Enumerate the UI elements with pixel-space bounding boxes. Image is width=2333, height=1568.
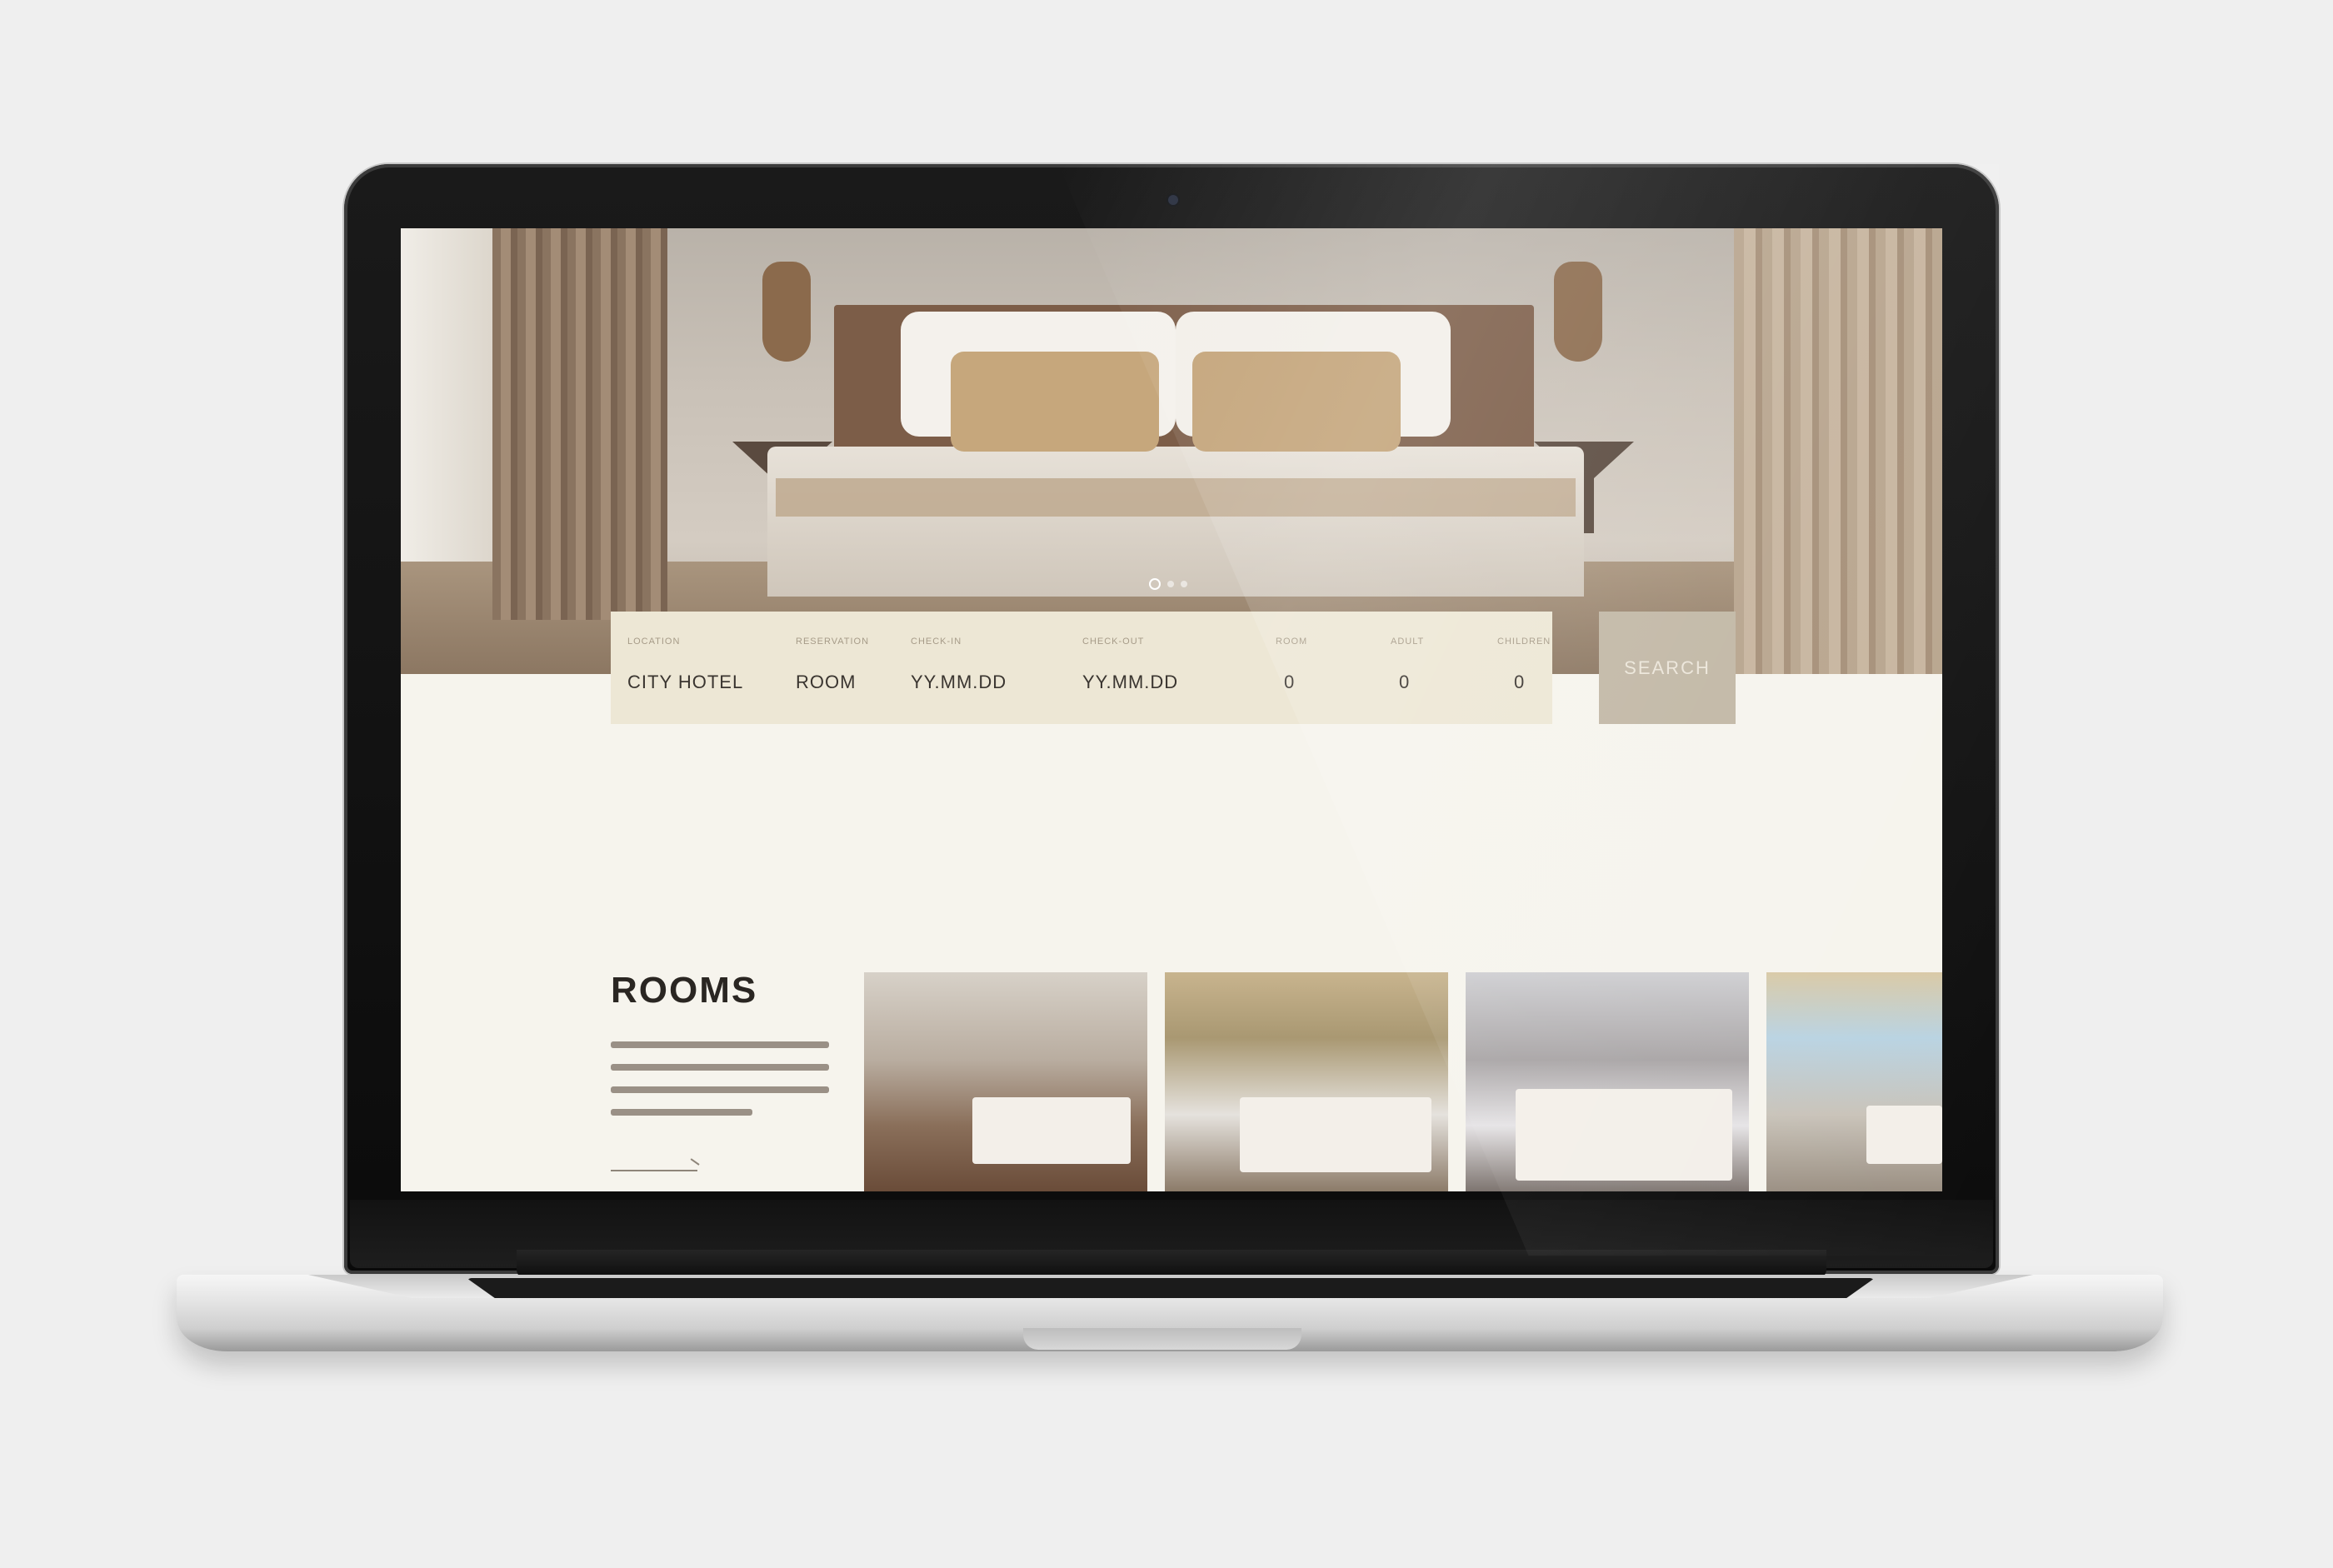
location-value: CITY HOTEL [627, 672, 744, 692]
reservation-label: RESERVATION [796, 637, 870, 647]
rooms-description [611, 1033, 836, 1132]
camera-icon [1168, 195, 1178, 205]
cushion [1192, 352, 1401, 452]
cushion [951, 352, 1159, 452]
slider-dot-active[interactable] [1149, 578, 1161, 590]
bed [767, 447, 1584, 597]
check-in-value: YY.MM.DD [911, 672, 1007, 692]
keyboard-slot [467, 1278, 1875, 1298]
room-thumbnail[interactable] [1165, 972, 1448, 1191]
room-thumbnail[interactable] [1466, 972, 1749, 1191]
reservation-value: ROOM [796, 672, 857, 692]
pendant-lamp [1554, 262, 1602, 362]
adult-count-value: 0 [1399, 672, 1411, 692]
slider-pagination [1149, 578, 1187, 590]
slider-dot[interactable] [1167, 581, 1174, 587]
check-in-label: CHECK-IN [911, 637, 962, 647]
booking-bar: LOCATION CITY HOTEL RESERVATION ROOM CHE… [611, 612, 1552, 724]
search-button[interactable]: SEARCH [1599, 612, 1736, 724]
laptop-notch [1023, 1328, 1301, 1350]
room-thumbnail[interactable] [864, 972, 1147, 1191]
adult-count-label: ADULT [1391, 637, 1425, 647]
website-screen: LOCATION CITY HOTEL RESERVATION ROOM CHE… [401, 228, 1942, 1191]
hero-image [401, 228, 1942, 674]
children-count-value: 0 [1514, 672, 1526, 692]
room-count-value: 0 [1284, 672, 1296, 692]
location-label: LOCATION [627, 637, 681, 647]
children-count-label: CHILDREN [1497, 637, 1551, 647]
check-out-label: CHECK-OUT [1082, 637, 1145, 647]
pendant-lamp [762, 262, 811, 362]
laptop-hinge [517, 1250, 1826, 1278]
rooms-heading: ROOMS [611, 970, 758, 1011]
rooms-more-arrow-icon[interactable] [611, 1170, 697, 1171]
illegible-description-text [611, 1041, 829, 1116]
slider-dot[interactable] [1181, 581, 1187, 587]
room-count-label: ROOM [1276, 637, 1308, 647]
check-out-value: YY.MM.DD [1082, 672, 1179, 692]
room-thumbnail[interactable] [1766, 972, 1942, 1191]
